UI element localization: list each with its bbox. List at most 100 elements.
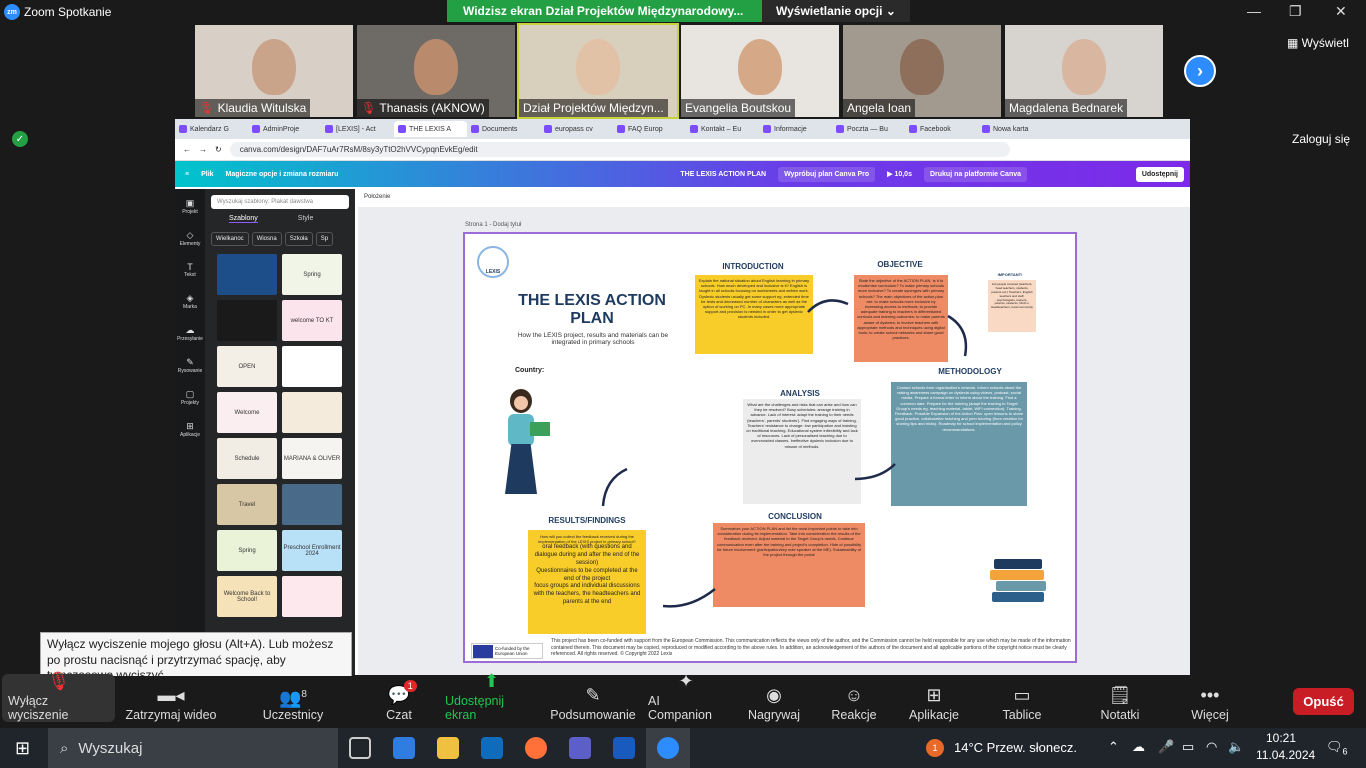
reactions-button[interactable]: ☺ Reakcje (818, 682, 890, 722)
notes-button[interactable]: 🗒 Notatki (1066, 682, 1174, 722)
back-icon[interactable]: ← (183, 145, 191, 154)
template-thumbnail[interactable]: Spring (282, 254, 342, 295)
rail-item[interactable]: ◇ Elementy (175, 221, 205, 253)
template-thumbnail[interactable] (217, 254, 277, 295)
browser-tab[interactable]: Kalendarz G (175, 121, 248, 137)
template-thumbnail[interactable] (282, 346, 342, 387)
stop-video-button[interactable]: ▬◂ Zatrzymaj wideo (115, 682, 227, 722)
teams-icon[interactable] (558, 728, 602, 768)
rail-item[interactable]: ◈ Marka (175, 284, 205, 316)
template-thumbnail[interactable] (282, 484, 342, 525)
forward-icon[interactable]: → (199, 145, 207, 154)
browser-tab[interactable]: AdminProje (248, 121, 321, 137)
file-menu[interactable]: Plik (201, 171, 213, 178)
browser-tab[interactable]: Poczta — Bu (832, 121, 905, 137)
minimize-icon[interactable]: — (1247, 3, 1261, 19)
template-thumbnail[interactable] (282, 576, 342, 617)
participant-tile[interactable]: Evangelia Boutskou (681, 25, 839, 117)
share-button[interactable]: Udostępnij (1135, 166, 1184, 182)
share-screen-button[interactable]: ⬆ Udostępnij ekran (439, 668, 544, 722)
template-search-input[interactable]: Wyszukaj szablony: Plakat dawstwa (211, 195, 349, 209)
taskbar-search[interactable]: ⌕ Wyszukaj (48, 728, 338, 768)
wifi-icon[interactable]: ◠ (1206, 739, 1217, 755)
chevron-up-icon[interactable]: ⌃ (1108, 739, 1119, 755)
weather-widget[interactable]: 14°C Przew. słonecz. (954, 740, 1077, 755)
summary-button[interactable]: ✎ Podsumowanie (544, 682, 642, 722)
close-icon[interactable]: ✕ (1335, 3, 1347, 20)
rail-item[interactable]: ✎ Rysowanie (175, 348, 205, 380)
rail-item[interactable]: ▣ Projekt (175, 189, 205, 221)
category-chip[interactable]: Wiosna (251, 232, 282, 246)
magic-resize-menu[interactable]: Magiczne opcje i zmiana rozmiaru (226, 171, 339, 178)
template-thumbnail[interactable]: Spring (217, 530, 277, 571)
category-chip[interactable]: Szkoła (284, 232, 313, 246)
template-thumbnail[interactable]: MARIANA & OLIVER (282, 438, 342, 479)
tab-templates[interactable]: Szablony (229, 215, 258, 223)
notification-icon[interactable]: 🗨6 (1326, 739, 1348, 757)
word-icon[interactable] (602, 728, 646, 768)
category-chip[interactable]: Sp (315, 232, 334, 246)
template-thumbnail[interactable] (217, 300, 277, 341)
unmute-button[interactable]: 🎙 Wyłącz wyciszenie (2, 671, 115, 722)
onedrive-icon[interactable]: ☁ (1132, 739, 1145, 755)
volume-icon[interactable]: 🔈 (1228, 739, 1244, 755)
chat-button[interactable]: 1 💬 Czat (359, 680, 439, 722)
explorer-icon[interactable] (426, 728, 470, 768)
firefox-icon[interactable] (514, 728, 558, 768)
store-icon[interactable] (382, 728, 426, 768)
print-button[interactable]: Drukuj na platformie Canva (923, 166, 1028, 182)
document-title[interactable]: THE LEXIS ACTION PLAN (680, 171, 766, 178)
participant-tile[interactable]: Magdalena Bednarek (1005, 25, 1163, 117)
tab-styles[interactable]: Style (298, 215, 314, 223)
ai-companion-button[interactable]: ✦ AI Companion (642, 668, 730, 722)
template-thumbnail[interactable] (282, 392, 342, 433)
battery-icon[interactable]: ▭ (1182, 739, 1194, 755)
browser-tab[interactable]: [LEXIS] - Act (321, 121, 394, 137)
rail-item[interactable]: ▢ Projekty (175, 380, 205, 412)
menu-icon[interactable]: ≡ (185, 171, 189, 178)
participant-tile[interactable]: Angela Ioan (843, 25, 1001, 117)
participant-tile[interactable]: 🎙 Klaudia Witulska (195, 25, 353, 117)
participant-tile[interactable]: 🎙 Thanasis (AKNOW) (357, 25, 515, 117)
browser-tab[interactable]: Documents (467, 121, 540, 137)
template-thumbnail[interactable]: Schedule (217, 438, 277, 479)
task-view-icon[interactable] (338, 728, 382, 768)
browser-tab[interactable]: Facebook (905, 121, 978, 137)
design-page[interactable]: LEXIS THE LEXIS ACTION PLAN How the LEXI… (463, 232, 1077, 663)
apps-button[interactable]: ⊞ Aplikacje (890, 682, 978, 722)
maximize-icon[interactable]: ❐ (1289, 3, 1302, 20)
template-thumbnail[interactable]: Preschool Enrollment 2024 (282, 530, 342, 571)
url-field[interactable]: canva.com/design/DAF7uAr7RsM/8sy3yTtO2hV… (229, 142, 1010, 157)
outlook-icon[interactable] (470, 728, 514, 768)
participant-tile[interactable]: Dział Projektów Międzyn... (517, 23, 679, 119)
template-thumbnail[interactable]: Welcome Back to School! (217, 576, 277, 617)
position-button[interactable]: Położenie (358, 189, 1190, 207)
category-chip[interactable]: Wielkanoc (211, 232, 249, 246)
clock-time[interactable]: 10:21 (1266, 731, 1296, 745)
browser-tab[interactable]: Nowa karta (978, 121, 1051, 137)
reload-icon[interactable]: ↻ (215, 145, 222, 154)
rail-item[interactable]: ⊞ Aplikacje (175, 412, 205, 444)
template-thumbnail[interactable]: OPEN (217, 346, 277, 387)
clock-date[interactable]: 11.04.2024 (1256, 748, 1315, 762)
timer-button[interactable]: ▶ 10,0s (887, 170, 912, 178)
view-button[interactable]: ▦ Wyświetl (1287, 36, 1349, 50)
windows-start-icon[interactable]: ⊞ (15, 738, 30, 759)
more-button[interactable]: ••• Więcej (1174, 682, 1246, 722)
microphone-icon[interactable]: 🎤 (1158, 739, 1174, 755)
participants-button[interactable]: 👥8 Uczestnicy (227, 682, 359, 722)
browser-tab[interactable]: FAQ Europ (613, 121, 686, 137)
record-button[interactable]: ◉ Nagrywaj (730, 682, 818, 722)
page-label[interactable]: Strona 1 - Dodaj tytuł (465, 222, 521, 228)
leave-button[interactable]: Opuść (1293, 688, 1354, 715)
template-thumbnail[interactable]: welcome TO KT (282, 300, 342, 341)
template-thumbnail[interactable]: Travel (217, 484, 277, 525)
whiteboards-button[interactable]: ▭ Tablice (978, 682, 1066, 722)
browser-tab[interactable]: Kontakt – Eu (686, 121, 759, 137)
zoom-taskbar-icon[interactable] (646, 728, 690, 768)
rail-item[interactable]: ☁ Przesyłanie (175, 316, 205, 348)
template-thumbnail[interactable]: Welcome (217, 392, 277, 433)
shield-icon[interactable]: ✓ (12, 131, 28, 147)
browser-tab[interactable]: THE LEXIS A (394, 121, 467, 137)
browser-tab[interactable]: Informacje (759, 121, 832, 137)
